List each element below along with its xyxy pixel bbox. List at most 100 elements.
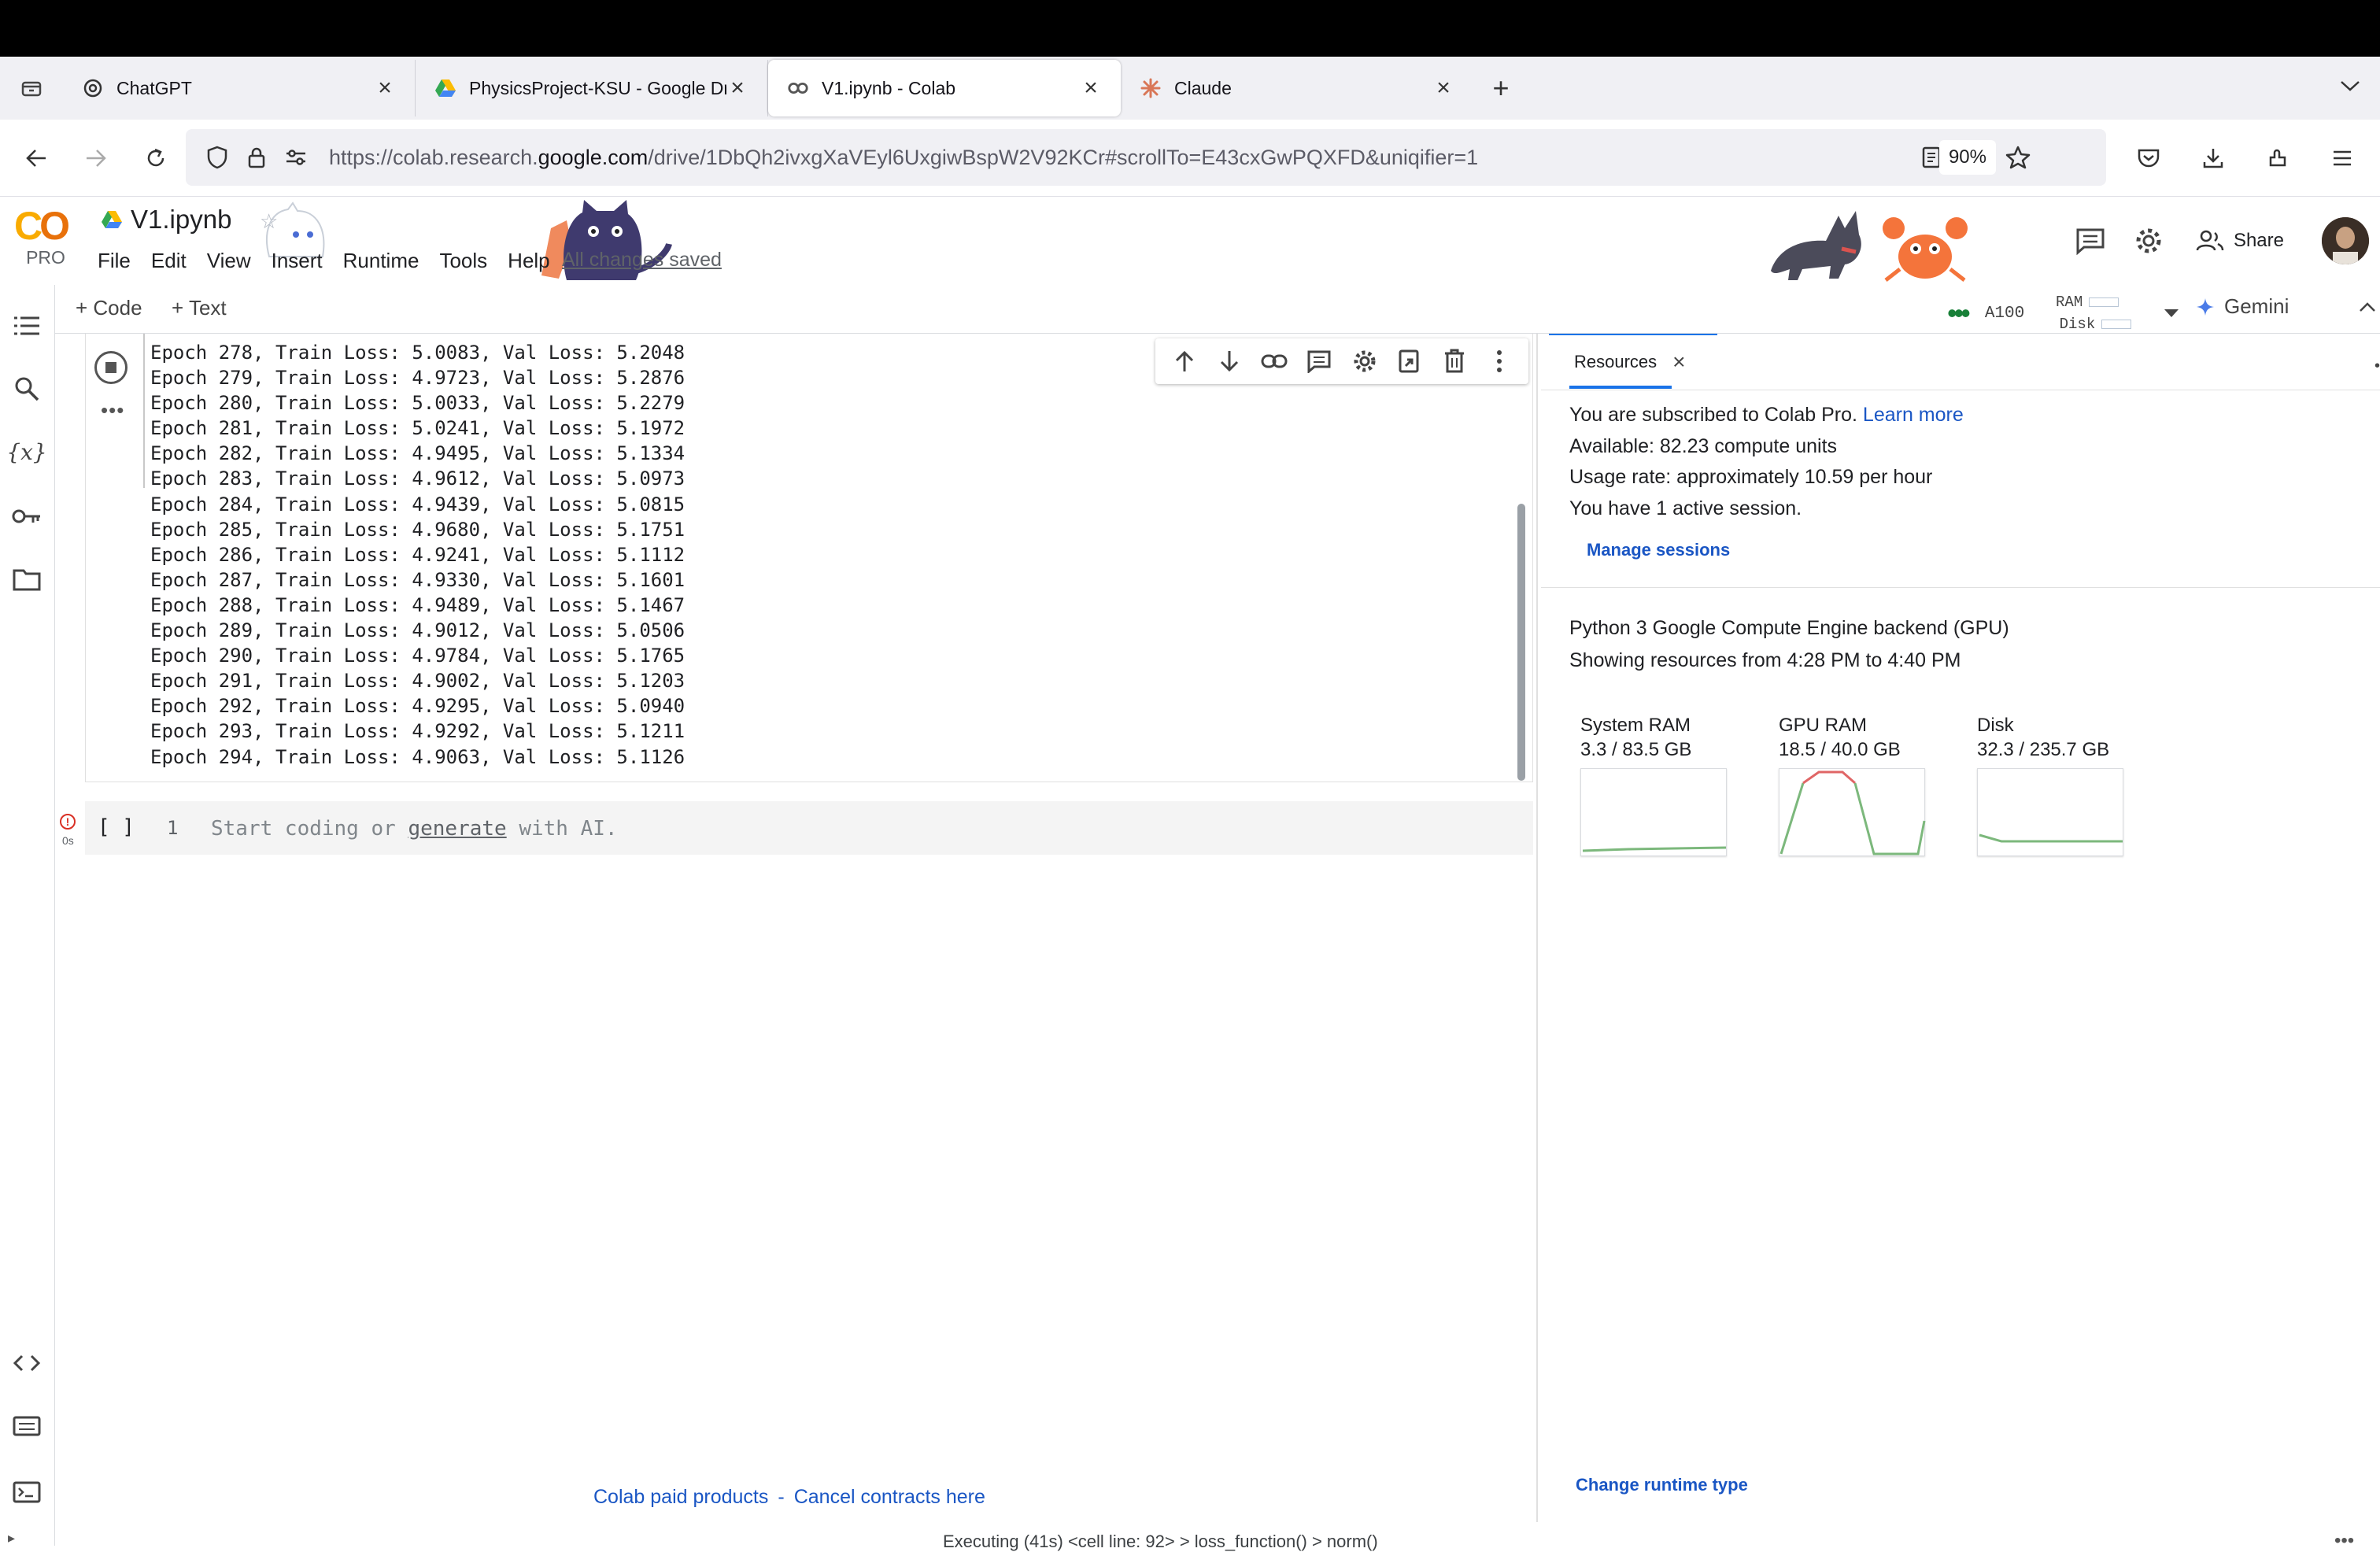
tab-title: Claude	[1174, 77, 1232, 98]
close-icon[interactable]: ×	[1080, 75, 1102, 101]
panel-more-dots-icon[interactable]: •	[2374, 357, 2380, 375]
cell-placeholder[interactable]: Start coding or generate with AI.	[211, 817, 618, 841]
menu-help[interactable]: Help	[508, 249, 549, 273]
bookmark-star-icon[interactable]	[2001, 140, 2035, 175]
save-status[interactable]: All changes saved	[562, 249, 722, 272]
runtime-status[interactable]: ••• A100 RAM Disk	[1947, 291, 2180, 335]
panel-divider[interactable]	[1536, 334, 1538, 1522]
gemini-button[interactable]: Gemini	[2196, 294, 2289, 319]
colab-pro-logo[interactable]: CO PRO	[14, 206, 77, 277]
close-icon[interactable]: ×	[726, 75, 748, 101]
tab-list-chevron-icon[interactable]	[2339, 74, 2361, 98]
notebook-title[interactable]: V1.ipynb	[101, 205, 231, 235]
settings-gear-icon[interactable]	[2133, 225, 2164, 257]
cell-settings-gear-icon[interactable]	[1351, 347, 1379, 375]
resources-tab-label: Resources	[1574, 352, 1658, 371]
avatar[interactable]	[2322, 217, 2369, 264]
menu-insert[interactable]: Insert	[272, 249, 323, 273]
gauge-graph	[1580, 768, 1727, 856]
pocket-icon[interactable]	[2125, 135, 2172, 182]
code-snippets-icon[interactable]	[8, 1344, 46, 1382]
output-line: Epoch 280, Train Loss: 5.0033, Val Loss:…	[150, 392, 686, 415]
system-ram-gauge: System RAM 3.3 / 83.5 GB	[1580, 713, 1738, 856]
accelerator-label: A100	[1984, 304, 2025, 323]
back-arrow-icon[interactable]	[13, 135, 60, 182]
comment-icon[interactable]	[1305, 347, 1333, 375]
mirror-cell-icon[interactable]	[1395, 347, 1424, 375]
manage-sessions-button[interactable]: Manage sessions	[1587, 540, 1730, 560]
tab-title: PhysicsProject-KSU - Google Dr	[469, 77, 726, 98]
download-icon[interactable]	[2190, 135, 2237, 182]
menu-hamburger-icon[interactable]	[2319, 135, 2366, 182]
comments-icon[interactable]	[2075, 227, 2106, 255]
collapse-header-chevron-icon[interactable]	[2358, 301, 2377, 313]
output-line: Epoch 292, Train Loss: 4.9295, Val Loss:…	[150, 695, 686, 718]
subscription-info: You are subscribed to Colab Pro. Learn m…	[1569, 400, 1964, 524]
delete-trash-icon[interactable]	[1440, 347, 1469, 375]
status-more-dots-icon[interactable]: •••	[2334, 1530, 2354, 1552]
url-suffix: /drive/1DbQh2ivxgXaVEyl6UxgiwBspW2V92KCr…	[648, 145, 1479, 169]
crab-mascot-icon	[1878, 211, 1972, 287]
tab-claude[interactable]: Claude ×	[1121, 60, 1473, 116]
empty-code-cell[interactable]: [ ] 1 Start coding or generate with AI.	[85, 801, 1533, 855]
move-down-arrow-icon[interactable]	[1215, 347, 1244, 375]
permissions-icon[interactable]	[279, 140, 313, 175]
menu-view[interactable]: View	[207, 249, 251, 273]
cancel-contracts-link[interactable]: Cancel contracts here	[794, 1486, 985, 1508]
share-button[interactable]: Share	[2196, 230, 2284, 252]
tab-colab[interactable]: V1.ipynb - Colab ×	[768, 60, 1121, 116]
change-runtime-button[interactable]: Change runtime type	[1576, 1475, 1748, 1495]
runtime-dropdown-icon[interactable]	[2163, 308, 2180, 319]
tab-resources[interactable]: Resources ×	[1574, 349, 1686, 375]
gpu-ram-gauge: GPU RAM 18.5 / 40.0 GB	[1779, 713, 1936, 856]
output-scrollbar[interactable]	[1517, 504, 1525, 781]
extensions-icon[interactable]	[2254, 135, 2301, 182]
table-of-contents-icon[interactable]	[8, 307, 46, 345]
disk-row: Disk	[2048, 313, 2132, 335]
variables-icon[interactable]: {x}	[6, 433, 46, 471]
reload-icon[interactable]	[132, 135, 179, 182]
command-palette-icon[interactable]	[8, 1407, 46, 1445]
url-prefix: https://colab.research.	[329, 145, 538, 169]
url-bar[interactable]: https://colab.research.google.com/drive/…	[186, 129, 2106, 186]
menu-tools[interactable]: Tools	[439, 249, 487, 273]
close-icon[interactable]: ×	[374, 75, 396, 101]
close-icon[interactable]: ×	[1672, 349, 1685, 375]
zoom-level[interactable]: 90%	[1938, 140, 1996, 175]
forward-arrow-icon[interactable]	[72, 135, 120, 182]
tab-chatgpt[interactable]: ChatGPT ×	[63, 60, 416, 116]
new-tab-plus-icon[interactable]: +	[1473, 61, 1528, 116]
close-icon[interactable]: ×	[1432, 75, 1454, 101]
add-code-button[interactable]: + Code	[76, 296, 142, 320]
tab-google-drive[interactable]: PhysicsProject-KSU - Google Dr ×	[416, 60, 768, 116]
search-icon[interactable]	[8, 370, 46, 408]
tab-overview-icon[interactable]	[0, 57, 63, 120]
paid-products-link[interactable]: Colab paid products	[593, 1486, 768, 1508]
placeholder-text: Start coding or	[211, 817, 408, 841]
learn-more-link[interactable]: Learn more	[1863, 404, 1964, 426]
active-sessions: You have 1 active session.	[1569, 497, 1802, 519]
header-actions: Share	[2075, 197, 2380, 285]
run-cell-button[interactable]: [ ]	[98, 815, 135, 839]
notebook-toolbar: + Code + Text ••• A100 RAM Disk Gemini	[0, 285, 2380, 334]
output-line: Epoch 283, Train Loss: 4.9612, Val Loss:…	[150, 467, 686, 490]
add-text-button[interactable]: + Text	[172, 296, 227, 320]
link-icon[interactable]	[1260, 347, 1288, 375]
expand-arrow-icon[interactable]: ▸	[8, 1530, 15, 1546]
secrets-key-icon[interactable]	[8, 497, 46, 535]
url-text[interactable]: https://colab.research.google.com/drive/…	[329, 146, 1478, 170]
generate-link[interactable]: generate	[408, 817, 506, 841]
more-vertical-icon[interactable]	[1485, 347, 1513, 375]
menu-file[interactable]: File	[98, 249, 131, 273]
tab-underline	[1569, 386, 1672, 389]
notebook-name[interactable]: V1.ipynb	[131, 205, 231, 235]
tracking-shield-icon[interactable]	[200, 140, 235, 175]
move-up-arrow-icon[interactable]	[1170, 347, 1199, 375]
menu-edit[interactable]: Edit	[151, 249, 187, 273]
files-folder-icon[interactable]	[8, 560, 46, 598]
menu-runtime[interactable]: Runtime	[343, 249, 419, 273]
lock-icon[interactable]	[239, 140, 274, 175]
stop-execution-button[interactable]	[94, 351, 128, 384]
terminal-icon[interactable]	[8, 1473, 46, 1511]
cell-more-dots-icon[interactable]: •••	[101, 398, 124, 423]
